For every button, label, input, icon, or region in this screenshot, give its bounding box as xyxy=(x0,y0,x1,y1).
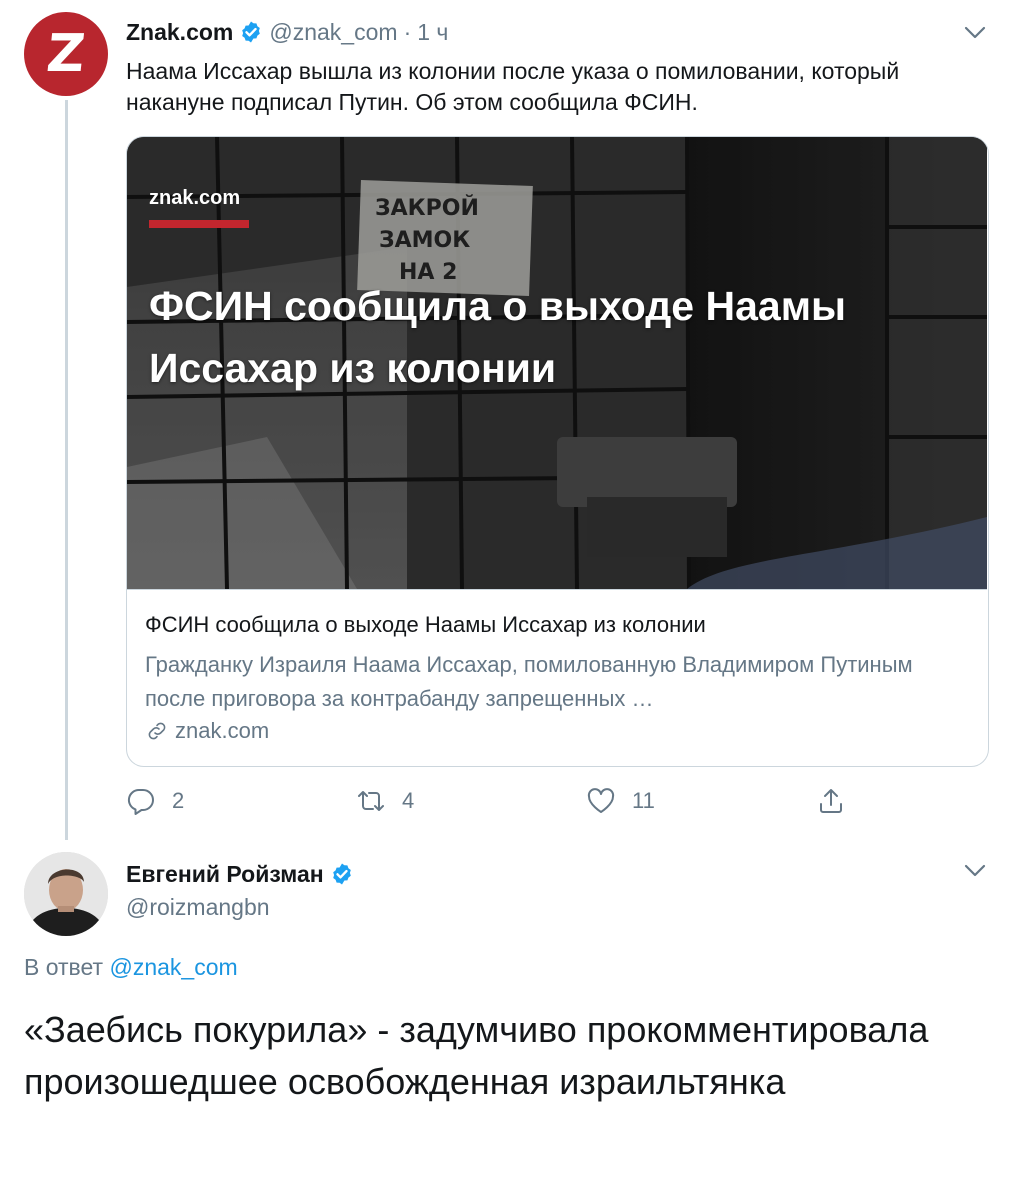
tweet-actions: 2 4 11 xyxy=(126,784,886,818)
tweet-header: Znak.com @znak_com · 1 ч xyxy=(126,16,448,48)
reply-mention-link[interactable]: @znak_com xyxy=(109,954,237,980)
share-icon xyxy=(820,789,842,813)
reply-context: В ответ @znak_com xyxy=(24,954,238,981)
author-name[interactable]: Znak.com xyxy=(126,19,233,46)
card-domain-text: znak.com xyxy=(175,718,270,743)
tweet2-header: Евгений Ройзман xyxy=(126,858,360,890)
author-handle[interactable]: @znak_com xyxy=(269,19,397,46)
verified-badge-icon xyxy=(239,20,263,44)
thread-connector-line xyxy=(65,100,68,840)
tweet-text: Наама Иссахар вышла из колонии после ука… xyxy=(126,58,900,115)
card-description: Гражданку Израиля Наама Иссахар, помилов… xyxy=(145,652,913,711)
brand-label: znak.com xyxy=(149,187,241,209)
avatar[interactable]: Z xyxy=(24,12,108,96)
reply-button[interactable]: 2 xyxy=(126,784,184,818)
retweet-button[interactable]: 4 xyxy=(356,784,414,818)
timestamp[interactable]: 1 ч xyxy=(417,19,448,46)
chevron-down-icon[interactable] xyxy=(964,864,986,878)
reply-count: 2 xyxy=(172,788,185,813)
author-handle[interactable]: @roizmangbn xyxy=(126,894,270,921)
card-domain: znak.com xyxy=(145,718,269,744)
tweet-text: «Заебись покурила» - задумчиво прокоммен… xyxy=(24,1009,929,1102)
like-count: 11 xyxy=(632,788,655,813)
verified-badge-icon xyxy=(330,862,354,886)
brand-bar xyxy=(149,220,249,228)
share-button[interactable] xyxy=(816,784,862,818)
reply-prefix: В ответ xyxy=(24,954,104,980)
retweet-icon xyxy=(358,791,384,811)
chevron-down-icon[interactable] xyxy=(964,26,986,40)
image-headline: ФСИН сообщила о выходе Наамы Иссахар из … xyxy=(149,283,847,391)
avatar-letter: Z xyxy=(43,24,89,84)
like-button[interactable]: 11 xyxy=(586,784,655,818)
profile-photo xyxy=(24,852,108,936)
reply-icon xyxy=(127,788,154,815)
card-image: ЗАКРОЙ ЗАМОК НА 2 znak.com ФСИН сообщила… xyxy=(127,137,987,589)
link-icon xyxy=(148,722,166,740)
author-name[interactable]: Евгений Ройзман xyxy=(126,861,324,888)
avatar[interactable] xyxy=(24,852,108,936)
heart-icon xyxy=(587,788,615,813)
link-card[interactable]: ЗАКРОЙ ЗАМОК НА 2 znak.com ФСИН сообщила… xyxy=(126,136,989,767)
card-meta: ФСИН сообщила о выходе Наамы Иссахар из … xyxy=(127,589,987,766)
separator-dot: · xyxy=(403,18,412,45)
retweet-count: 4 xyxy=(402,788,415,813)
card-title: ФСИН сообщила о выходе Наамы Иссахар из … xyxy=(145,612,706,637)
